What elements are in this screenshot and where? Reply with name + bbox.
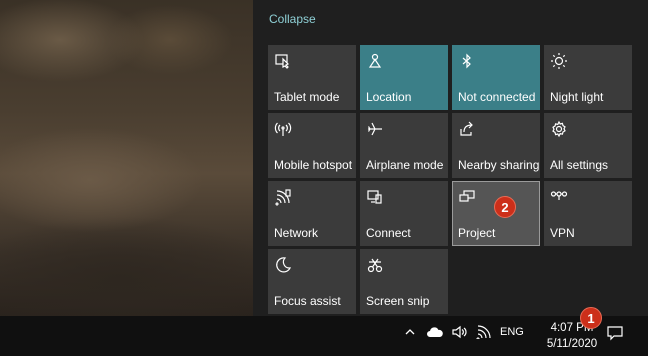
tile-label: Location [366, 90, 412, 104]
show-hidden-icons-chevron-icon[interactable] [404, 326, 416, 341]
tile-connect[interactable]: Connect [360, 181, 448, 246]
tile-label: All settings [550, 158, 609, 172]
language-indicator[interactable]: ENG [500, 326, 524, 338]
clock-date: 5/11/2020 [546, 338, 598, 350]
airplane-icon [366, 120, 384, 138]
vpn-icon [550, 188, 568, 206]
bluetooth-icon [458, 52, 476, 70]
tile-network[interactable]: Network [268, 181, 356, 246]
tile-label: Mobile hotspot [274, 158, 353, 172]
desktop-wallpaper [0, 0, 253, 316]
tile-label: Nearby sharing [458, 158, 540, 172]
moon-icon [274, 256, 292, 274]
location-icon [366, 52, 384, 70]
night-light-icon [550, 52, 568, 70]
tile-label: Tablet mode [274, 90, 340, 104]
notification-center-icon[interactable] [606, 325, 624, 344]
tile-location[interactable]: Location [360, 45, 448, 110]
tile-airplane-mode[interactable]: Airplane mode [360, 113, 448, 178]
tile-screen-snip[interactable]: Screen snip [360, 249, 448, 314]
collapse-link[interactable]: Collapse [269, 12, 316, 26]
onedrive-cloud-icon[interactable] [426, 326, 444, 341]
project-icon [458, 188, 476, 206]
mobile-hotspot-icon [274, 120, 292, 138]
annotation-badge-2: 2 [494, 196, 516, 218]
tile-focus-assist[interactable]: Focus assist [268, 249, 356, 314]
tile-mobile-hotspot[interactable]: Mobile hotspot [268, 113, 356, 178]
tile-all-settings[interactable]: All settings [544, 113, 632, 178]
tile-label: Airplane mode [366, 158, 444, 172]
tile-bluetooth[interactable]: Not connected [452, 45, 540, 110]
tile-vpn[interactable]: VPN [544, 181, 632, 246]
tile-label: Screen snip [366, 294, 430, 308]
gear-icon [550, 120, 568, 138]
nearby-sharing-icon [458, 120, 476, 138]
tile-label: Focus assist [274, 294, 341, 308]
connect-icon [366, 188, 384, 206]
tile-label: Not connected [458, 90, 536, 104]
tile-label: Night light [550, 90, 604, 104]
tile-label: Project [458, 226, 496, 240]
tile-night-light[interactable]: Night light [544, 45, 632, 110]
volume-icon[interactable] [451, 325, 467, 342]
annotation-badge-1: 1 [580, 307, 602, 329]
wifi-icon[interactable] [476, 325, 492, 342]
tile-label: VPN [550, 226, 575, 240]
tile-label: Connect [366, 226, 411, 240]
tile-tablet-mode[interactable]: Tablet mode [268, 45, 356, 110]
tablet-mode-icon [274, 52, 292, 70]
network-icon [274, 188, 292, 206]
tile-nearby-sharing[interactable]: Nearby sharing [452, 113, 540, 178]
screen-snip-icon [366, 256, 384, 274]
tile-label: Network [274, 226, 319, 240]
